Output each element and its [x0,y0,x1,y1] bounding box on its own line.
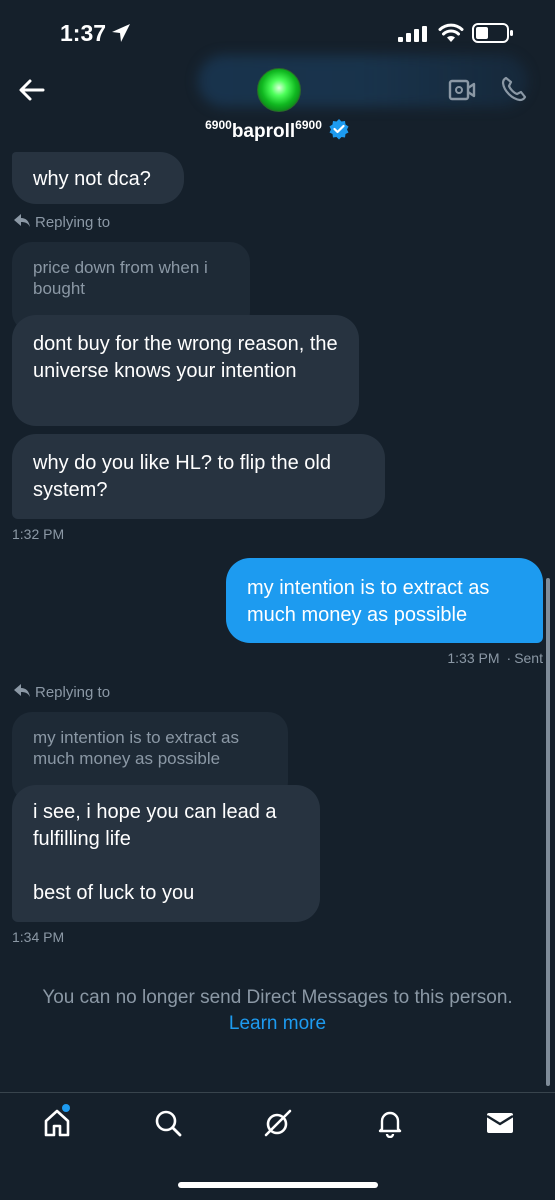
battery-icon [472,23,513,43]
home-icon[interactable] [42,1108,72,1138]
quoted-text: price down from when i bought [33,258,208,298]
dm-restriction-notice: You can no longer send Direct Messages t… [0,985,555,1037]
username-suffix: 6900 [295,118,322,132]
scrollbar[interactable] [546,578,550,1086]
message-bubble[interactable]: why not dca? [12,152,184,204]
notice-text: You can no longer send Direct Messages t… [42,987,513,1008]
reply-arrow-icon [14,214,30,227]
username-prefix: 6900 [205,118,232,132]
message-bubble[interactable]: why do you like HL? to flip the old syst… [12,434,385,519]
message-timestamp: 1:33 PM [447,650,500,666]
location-arrow-icon [112,24,130,42]
message-timestamp: 1:34 PM [12,929,65,945]
message-text: why do you like HL? to flip the old syst… [33,452,331,501]
quoted-text: my intention is to extract as much money… [33,728,239,768]
search-icon[interactable] [153,1108,183,1138]
back-arrow-icon[interactable] [18,76,46,104]
reply-indicator: Replying to [13,683,110,701]
conversation-username[interactable]: 6900baproll6900 [0,118,555,143]
phone-call-icon[interactable] [500,75,528,103]
message-text-line: best of luck to you [33,882,195,904]
home-indicator[interactable] [178,1182,378,1188]
message-text: why not dca? [33,168,151,190]
message-sent-status: Sent [514,650,543,666]
username-main: baproll [231,121,296,142]
message-text: my intention is to extract as much money… [247,577,490,626]
message-bubble-outgoing[interactable]: my intention is to extract as much money… [226,558,543,643]
learn-more-link[interactable]: Learn more [0,1011,555,1037]
message-text: dont buy for the wrong reason, the unive… [33,333,338,382]
verified-badge-icon [329,119,349,140]
signal-icon [398,26,427,42]
message-timestamp: 1:32 PM [12,526,65,542]
reply-label: Replying to [35,214,111,231]
nav-divider [0,1092,555,1093]
wifi-icon [438,23,464,42]
status-time: 1:37 [60,20,107,46]
message-bubble[interactable]: dont buy for the wrong reason, the unive… [12,315,359,426]
reply-label: Replying to [35,684,111,701]
video-call-icon[interactable] [448,78,476,102]
mail-icon[interactable] [485,1108,515,1138]
grok-icon[interactable] [263,1108,293,1138]
bell-icon[interactable] [375,1108,405,1138]
reply-indicator: Replying to [13,213,110,231]
message-bubble[interactable]: i see, i hope you can lead a fulfilling … [12,785,320,922]
home-notification-dot [62,1104,70,1112]
message-text-line: i see, i hope you can lead a fulfilling … [33,801,277,850]
header-blurred-area [198,55,528,107]
reply-arrow-icon [14,684,30,697]
avatar[interactable] [257,68,301,112]
message-status: 1:33 PM · Sent [447,650,543,666]
